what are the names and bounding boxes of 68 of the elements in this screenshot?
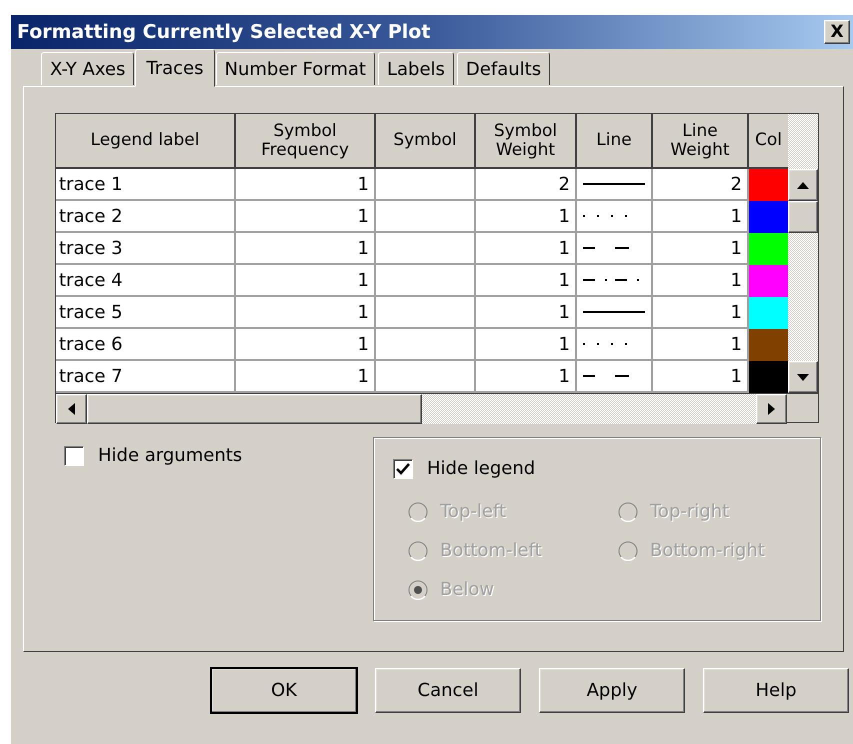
table-cell: 1 <box>653 361 749 393</box>
table-cell: 1 <box>653 265 749 297</box>
table-cell: 1 <box>236 361 376 393</box>
table-cell: trace 5 <box>56 297 236 329</box>
down-arrow-icon <box>797 374 809 380</box>
table-cell: trace 2 <box>56 201 236 233</box>
scroll-right-button[interactable] <box>756 394 787 424</box>
scroll-thumb[interactable] <box>788 201 818 233</box>
close-button[interactable]: X <box>824 20 850 44</box>
checkbox-label: Hide arguments <box>98 445 242 466</box>
checkbox-label: Hide legend <box>427 458 536 479</box>
tab[interactable]: X-Y Axes <box>41 52 134 85</box>
table-cell: trace 7 <box>56 361 236 393</box>
column-header: Symbol Frequency <box>260 122 350 160</box>
dialog-button[interactable]: Apply <box>539 668 685 713</box>
scroll-down-button[interactable] <box>788 361 818 393</box>
window-title: Formatting Currently Selected X-Y Plot <box>17 21 432 43</box>
column-header: Symbol <box>393 131 457 150</box>
color-swatch[interactable] <box>749 329 788 361</box>
dialog-button[interactable]: OK <box>211 668 357 713</box>
table-cell: trace 6 <box>56 329 236 361</box>
table-cell: 1 <box>236 169 376 201</box>
table-cell: 1 <box>476 329 577 361</box>
tab[interactable]: Defaults <box>456 52 550 85</box>
table-cell: 1 <box>236 329 376 361</box>
check-icon <box>396 462 410 474</box>
table-cell: 1 <box>236 233 376 265</box>
left-arrow-icon <box>68 403 75 415</box>
table-cell: 1 <box>476 361 577 393</box>
dialog-button[interactable]: Help <box>703 668 849 713</box>
table-cell: 1 <box>653 297 749 329</box>
table-cell: 1 <box>476 265 577 297</box>
column-header: Legend label <box>90 131 200 150</box>
scroll-thumb[interactable] <box>87 394 422 424</box>
table-cell: 1 <box>236 201 376 233</box>
table-cell: 2 <box>653 169 749 201</box>
table-cell: 1 <box>236 297 376 329</box>
up-arrow-icon <box>797 182 809 188</box>
table-cell: 1 <box>476 297 577 329</box>
color-swatch[interactable] <box>749 297 788 329</box>
table-cell: 1 <box>236 265 376 297</box>
table-cell: trace 4 <box>56 265 236 297</box>
color-swatch[interactable] <box>749 265 788 297</box>
tab[interactable]: Traces <box>135 49 215 87</box>
column-header: Col <box>755 131 782 150</box>
table-cell: 1 <box>653 233 749 265</box>
table-cell: 2 <box>476 169 577 201</box>
column-header: Line Weight <box>669 122 731 160</box>
table-cell: 1 <box>476 201 577 233</box>
color-swatch[interactable] <box>749 169 788 201</box>
scroll-left-button[interactable] <box>56 394 87 424</box>
tab[interactable]: Labels <box>378 52 454 85</box>
scroll-up-button[interactable] <box>788 169 818 201</box>
table-cell: 1 <box>476 233 577 265</box>
column-header: Line <box>596 131 632 150</box>
color-swatch[interactable] <box>749 233 788 265</box>
dialog-button[interactable]: Cancel <box>375 668 521 713</box>
table-cell: 1 <box>653 329 749 361</box>
right-arrow-icon <box>768 403 775 415</box>
checkbox[interactable] <box>64 446 84 466</box>
color-swatch[interactable] <box>749 361 788 393</box>
table-cell: 1 <box>653 201 749 233</box>
color-swatch[interactable] <box>749 201 788 233</box>
table-cell: trace 1 <box>56 169 236 201</box>
header-corner <box>788 114 818 169</box>
tab[interactable]: Number Format <box>216 52 375 85</box>
table-cell: trace 3 <box>56 233 236 265</box>
column-header: Symbol Weight <box>492 122 558 160</box>
